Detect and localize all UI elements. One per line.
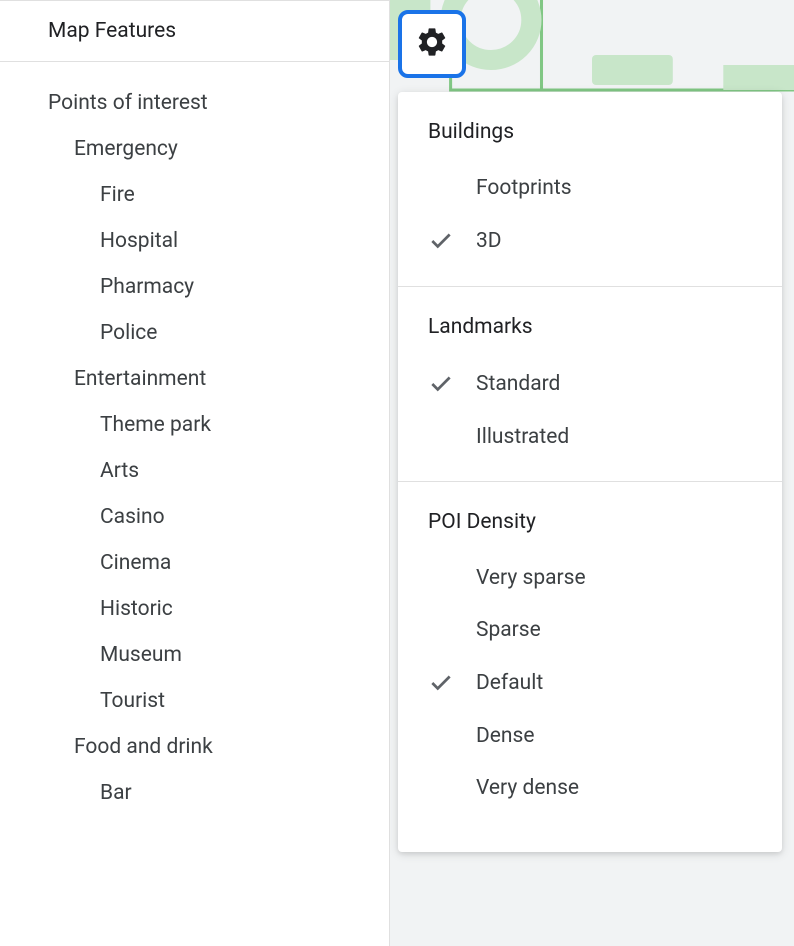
dropdown-section: POI Density Very sparse Sparse Default Dense… — [398, 482, 782, 832]
tree-item-label: Emergency — [74, 137, 178, 161]
tree-item[interactable]: Theme park — [48, 402, 389, 448]
dropdown-option-label: Illustrated — [476, 425, 569, 449]
dropdown-heading: Landmarks — [398, 305, 782, 357]
settings-dropdown: Buildings Footprints 3D Landmarks Standard Il… — [398, 92, 782, 852]
dropdown-option-label: Dense — [476, 724, 535, 748]
dropdown-section: Landmarks Standard Illustrated — [398, 287, 782, 482]
dropdown-option[interactable]: Default — [398, 656, 782, 710]
check-icon — [428, 371, 476, 397]
gear-icon — [415, 25, 449, 63]
settings-button[interactable] — [398, 10, 466, 78]
tree-item-label: Theme park — [100, 413, 211, 437]
tree-item[interactable]: Pharmacy — [48, 264, 389, 310]
tree-item[interactable]: Hospital — [48, 218, 389, 264]
dropdown-option[interactable]: Illustrated — [398, 411, 782, 463]
dropdown-option-label: Sparse — [476, 618, 541, 642]
sidebar-header: Map Features — [0, 1, 389, 62]
tree-item-label: Pharmacy — [100, 275, 194, 299]
tree-item[interactable]: Museum — [48, 632, 389, 678]
tree-item-label: Bar — [100, 781, 132, 805]
tree-item-label: Museum — [100, 643, 182, 667]
dropdown-option[interactable]: Very sparse — [398, 552, 782, 604]
dropdown-option-label: Very sparse — [476, 566, 586, 590]
tree-item-label: Fire — [100, 183, 135, 207]
tree-item-label: Food and drink — [74, 735, 213, 759]
tree-item[interactable]: Bar — [48, 770, 389, 816]
dropdown-option[interactable]: Sparse — [398, 604, 782, 656]
tree-item[interactable]: Casino — [48, 494, 389, 540]
dropdown-option-label: Very dense — [476, 776, 579, 800]
tree-item-label: Points of interest — [48, 91, 208, 115]
tree-item-label: Casino — [100, 505, 165, 529]
tree-item[interactable]: Police — [48, 310, 389, 356]
dropdown-option-label: Footprints — [476, 176, 572, 200]
tree-item-label: Entertainment — [74, 367, 206, 391]
tree-item-label: Tourist — [100, 689, 165, 713]
tree-item[interactable]: Arts — [48, 448, 389, 494]
tree-item[interactable]: Points of interest — [48, 80, 389, 126]
tree-item-label: Hospital — [100, 229, 178, 253]
dropdown-option-label: Default — [476, 671, 543, 695]
dropdown-heading: Buildings — [398, 110, 782, 162]
tree-item-label: Cinema — [100, 551, 171, 575]
dropdown-option[interactable]: Dense — [398, 710, 782, 762]
feature-tree: Points of interest Emergency Fire Hospital P… — [0, 62, 389, 834]
check-icon — [428, 670, 476, 696]
tree-item-label: Historic — [100, 597, 173, 621]
dropdown-option[interactable]: Very dense — [398, 762, 782, 814]
tree-item[interactable]: Tourist — [48, 678, 389, 724]
tree-item[interactable]: Entertainment — [48, 356, 389, 402]
sidebar-title: Map Features — [48, 19, 176, 43]
dropdown-option[interactable]: Standard — [398, 357, 782, 411]
dropdown-option[interactable]: Footprints — [398, 162, 782, 214]
tree-item[interactable]: Emergency — [48, 126, 389, 172]
tree-item[interactable]: Fire — [48, 172, 389, 218]
dropdown-option-label: Standard — [476, 372, 560, 396]
tree-item-label: Police — [100, 321, 157, 345]
dropdown-option[interactable]: 3D — [398, 214, 782, 268]
map-features-sidebar: Map Features Points of interest Emergency… — [0, 0, 390, 946]
tree-item[interactable]: Food and drink — [48, 724, 389, 770]
tree-item-label: Arts — [100, 459, 139, 483]
dropdown-heading: POI Density — [398, 500, 782, 552]
check-icon — [428, 228, 476, 254]
tree-item[interactable]: Historic — [48, 586, 389, 632]
dropdown-option-label: 3D — [476, 229, 502, 253]
tree-item[interactable]: Cinema — [48, 540, 389, 586]
dropdown-section: Buildings Footprints 3D — [398, 92, 782, 287]
